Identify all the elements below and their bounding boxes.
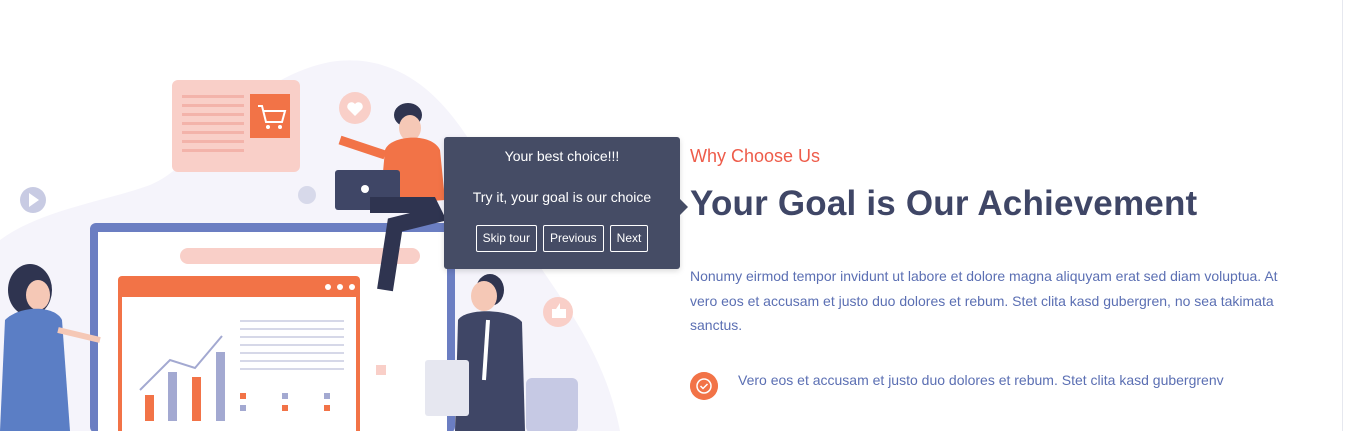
tour-title: Your best choice!!! [504, 148, 620, 164]
section-title: Your Goal is Our Achievement [690, 184, 1198, 223]
tour-buttons: Skip tour Previous Next [444, 225, 680, 252]
skip-tour-button[interactable]: Skip tour [475, 225, 537, 252]
scrollbar-edge [1342, 0, 1343, 431]
previous-button[interactable]: Previous [542, 225, 604, 252]
section-paragraph: Nonumy eirmod tempor invidunt ut labore … [690, 268, 1278, 333]
check-circle-icon [690, 372, 718, 400]
tour-text: Try it, your goal is our choice [472, 189, 652, 205]
next-button[interactable]: Next [609, 225, 649, 252]
clipboard [425, 360, 469, 416]
feature-text: Vero eos et accusam et justo duo dolores… [738, 372, 1224, 388]
like-small-icon [298, 186, 316, 204]
section-subtitle: Why Choose Us [690, 146, 821, 166]
tour-tooltip: Your best choice!!! Try it, your goal is… [444, 137, 688, 269]
